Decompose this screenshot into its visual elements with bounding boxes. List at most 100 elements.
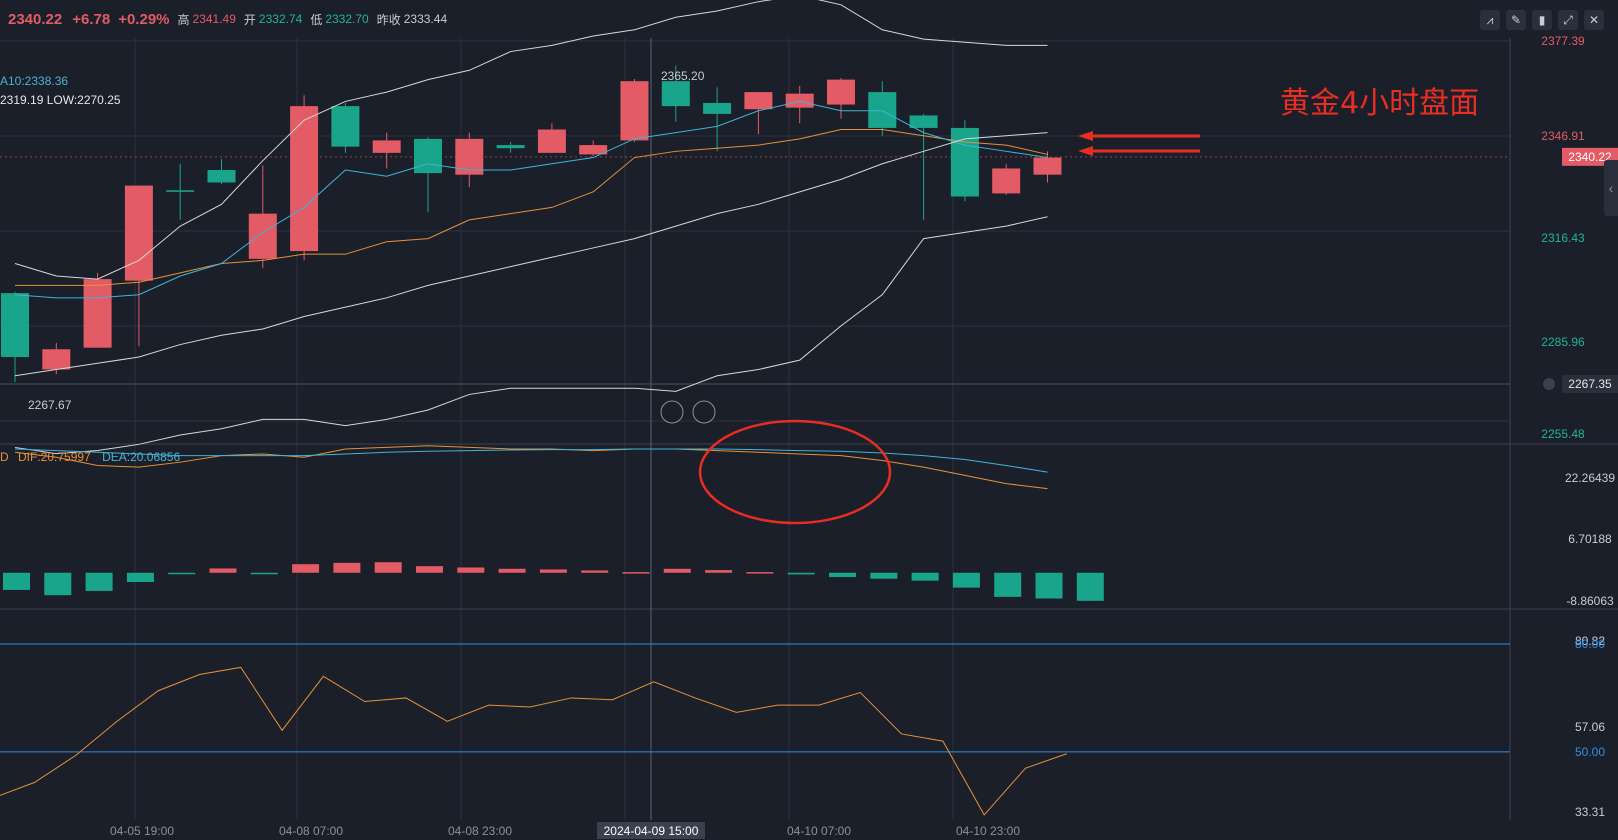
time-tick-label: 04-08 07:00 xyxy=(279,824,343,838)
macd-histogram-bar xyxy=(952,572,980,588)
candle-body xyxy=(992,168,1021,194)
axis-labels: 2377.392346.912316.432285.962255.482340.… xyxy=(28,34,1618,839)
expand-icon[interactable]: ⤢ xyxy=(1558,10,1578,30)
candle-body xyxy=(124,185,153,281)
macd-dif: DIF:20.75997 xyxy=(18,450,91,464)
candle-body xyxy=(372,140,401,153)
candle-body xyxy=(620,81,649,141)
prev-close-value: 2333.44 xyxy=(403,12,448,26)
macd-histogram-bar xyxy=(870,572,898,579)
time-tick-label: 04-10 23:00 xyxy=(956,824,1020,838)
step-forward-icon xyxy=(692,400,716,424)
grid-lines xyxy=(0,38,1618,820)
time-tick-label: 04-05 19:00 xyxy=(110,824,174,838)
toolbar: ⩘ ✎ ▮ ⤢ ✕ xyxy=(1480,10,1604,30)
candle-body xyxy=(290,106,319,252)
candle-body xyxy=(537,129,566,153)
candlestick-series xyxy=(1,65,1062,382)
collapse-panel-button[interactable]: ‹ xyxy=(1604,160,1618,216)
macd-tick-label: 6.70188 xyxy=(1568,532,1612,546)
candle-body xyxy=(455,138,484,175)
ma10-legend: A10:2338.36 xyxy=(0,74,69,88)
candle-body xyxy=(414,138,442,174)
macd-histogram-bar xyxy=(85,572,113,591)
boll-mid-line xyxy=(14,132,1048,377)
annotations: 黄金4小时盘面 xyxy=(698,86,1479,525)
macd-dea: DEA:20.06856 xyxy=(102,450,181,464)
macd-prefix: D xyxy=(0,450,9,464)
open-label: 开 xyxy=(243,12,256,27)
candle-body xyxy=(785,93,814,108)
annotation-arrowhead xyxy=(1078,146,1093,156)
time-tick-label: 04-08 23:00 xyxy=(448,824,512,838)
low-label: 低 xyxy=(310,12,323,27)
candle-body xyxy=(83,279,112,348)
macd-histogram-bar xyxy=(292,564,320,573)
boll-lower-line xyxy=(14,216,1048,455)
close-icon[interactable]: ✕ xyxy=(1584,10,1604,30)
last-price: 2340.22 xyxy=(8,10,63,28)
macd-histogram-bar xyxy=(498,568,526,573)
macd-histogram-bar xyxy=(209,568,237,573)
annotation-title: 黄金4小时盘面 xyxy=(1280,86,1479,121)
price-tick-label: 2346.91 xyxy=(1541,129,1585,143)
high-value: 2341.49 xyxy=(192,12,236,26)
pencil-icon[interactable]: ✎ xyxy=(1506,10,1526,30)
indicator-lines xyxy=(14,0,1048,455)
candle-body xyxy=(827,79,855,105)
low-marker-label: 2267.67 xyxy=(28,398,72,412)
step-back-icon xyxy=(660,400,684,424)
candle-body xyxy=(703,102,732,114)
candle-body xyxy=(248,213,277,259)
candle-body xyxy=(744,92,773,110)
macd-histogram-bar xyxy=(44,572,72,596)
macd-histogram-bar xyxy=(622,572,650,574)
macd-histogram-bar xyxy=(126,572,154,582)
quote-header: 2340.22 +6.78 +0.29% 高 2341.49 开 2332.74… xyxy=(0,0,1618,38)
rsi-level-label: 50.00 xyxy=(1575,745,1605,759)
candle-body xyxy=(166,190,195,192)
rsi-tick-label: 57.06 xyxy=(1575,720,1605,734)
ref-price-tag-label: 2267.35 xyxy=(1568,377,1612,391)
prev-close-label: 昨收 xyxy=(376,12,401,27)
bell-icon xyxy=(1543,378,1555,391)
macd-histogram-bar xyxy=(333,562,361,573)
macd-histogram-bar xyxy=(416,566,443,573)
annotation-arrowhead xyxy=(1078,131,1093,141)
macd-histogram-bar xyxy=(663,568,691,573)
macd-histogram-bar xyxy=(250,572,278,575)
time-tick-label: 2024-04-09 15:00 xyxy=(604,824,699,838)
chevron-left-icon: ‹ xyxy=(1608,180,1614,196)
price-change-pct: +0.29% xyxy=(118,10,170,28)
macd-histogram-bar xyxy=(457,567,485,573)
macd-histogram-bar xyxy=(1035,572,1063,599)
time-tick-label: 04-10 07:00 xyxy=(787,824,851,838)
candles-icon[interactable]: ▮ xyxy=(1532,10,1552,30)
chart-canvas: 2377.392346.912316.432285.962255.482340.… xyxy=(0,0,1618,839)
macd-tick-label: -8.86063 xyxy=(1566,594,1614,608)
price-tick-label: 2255.48 xyxy=(1541,427,1585,441)
macd-histogram-bar xyxy=(374,562,402,573)
macd-panel xyxy=(3,445,1104,601)
rsi-level-label: 80.00 xyxy=(1575,637,1605,651)
macd-histogram-bar xyxy=(581,570,609,573)
candle-body xyxy=(661,81,690,107)
price-tick-label: 2316.43 xyxy=(1541,231,1585,245)
low-value: 2332.70 xyxy=(325,12,369,26)
high-label: 高 xyxy=(177,12,190,27)
candle-body xyxy=(496,145,525,149)
line-chart-icon[interactable]: ⩘ xyxy=(1480,10,1500,30)
macd-histogram-bar xyxy=(746,572,774,574)
macd-tick-label: 22.26439 xyxy=(1565,471,1615,485)
macd-histogram-bar xyxy=(994,572,1022,597)
candle-body xyxy=(909,115,938,128)
open-value: 2332.74 xyxy=(258,12,303,26)
rsi-panel xyxy=(0,643,1510,816)
annotation-ellipse xyxy=(698,419,892,525)
candle-body xyxy=(1033,157,1062,175)
macd-histogram-bar xyxy=(1076,572,1104,601)
macd-histogram-bar xyxy=(168,572,196,575)
macd-histogram-bar xyxy=(787,572,815,575)
macd-legend: D DIF:20.75997 DEA:20.06856 xyxy=(0,450,180,464)
rsi-tick-label: 33.31 xyxy=(1575,805,1605,819)
